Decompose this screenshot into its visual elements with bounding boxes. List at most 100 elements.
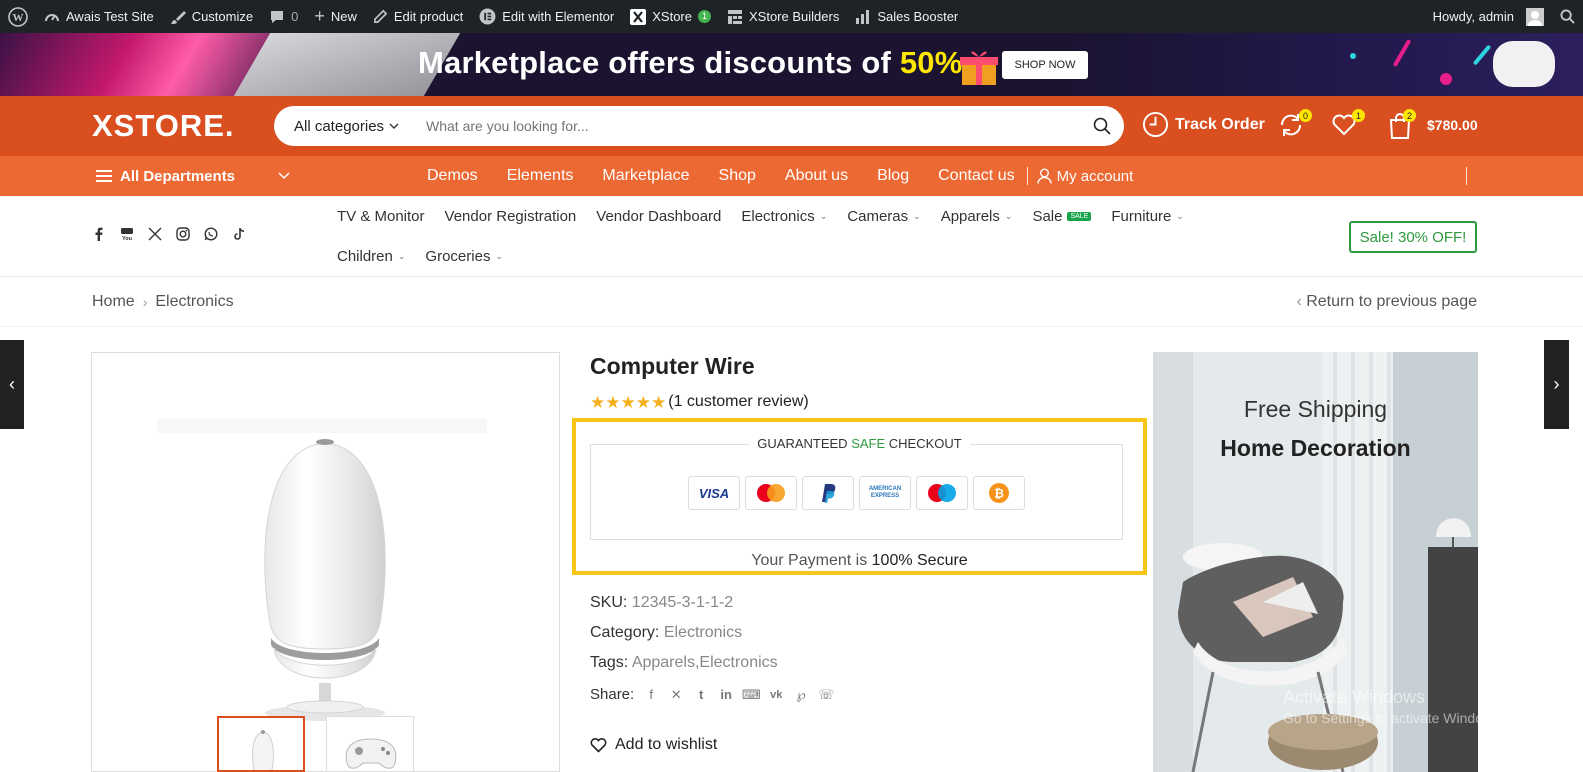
compare-count-badge: 0: [1299, 109, 1312, 122]
admin-search[interactable]: [1552, 0, 1583, 33]
track-order-link[interactable]: Track Order: [1142, 111, 1265, 138]
tags-links[interactable]: Apparels,Electronics: [632, 654, 778, 671]
pencil-icon: [373, 9, 388, 23]
breadcrumb-electronics[interactable]: Electronics: [155, 293, 233, 311]
menu-children[interactable]: Children ⌄: [337, 248, 405, 265]
promo-highlight: 50%: [899, 45, 963, 80]
next-product-arrow[interactable]: ›: [1544, 340, 1569, 429]
menu-vendor-registration[interactable]: Vendor Registration: [445, 208, 577, 225]
previous-product-arrow[interactable]: ‹: [0, 340, 24, 429]
admin-xstore[interactable]: XStore 1: [622, 0, 719, 33]
compare-button[interactable]: 0: [1278, 109, 1312, 143]
sale-30-off-button[interactable]: Sale! 30% OFF!: [1349, 221, 1477, 253]
youtube-icon[interactable]: You: [120, 227, 134, 241]
chevron-down-icon: ⌄: [397, 250, 406, 261]
search-input[interactable]: [426, 118, 1080, 134]
product-thumbnail-speaker[interactable]: [217, 716, 305, 772]
facebook-icon[interactable]: [92, 227, 106, 241]
admin-account[interactable]: Howdy, admin: [1425, 0, 1552, 33]
search-icon: [1093, 117, 1111, 135]
product-thumbnail-gamepad[interactable]: [326, 716, 414, 772]
shop-now-button[interactable]: SHOP NOW: [1002, 51, 1088, 79]
customer-review-link[interactable]: (1 customer review): [668, 393, 808, 411]
chevron-down-icon[interactable]: [277, 169, 291, 183]
svg-text:You: You: [122, 236, 132, 241]
nav-about-us[interactable]: About us: [785, 167, 848, 185]
product-share: Share: f ✕ t in ⌨ vk ℘ ☏: [590, 686, 834, 703]
chevron-down-icon: ⌄: [819, 210, 828, 221]
linkedin-icon[interactable]: in: [718, 687, 734, 703]
product-title: Computer Wire: [590, 353, 755, 379]
safe-checkout-highlight: GUARANTEED SAFE CHECKOUT VISA AMERICAN E…: [572, 418, 1147, 575]
admin-customize[interactable]: Customize: [162, 0, 261, 33]
search-bar: All categories: [274, 106, 1124, 146]
wishlist-button[interactable]: 1: [1331, 109, 1365, 143]
admin-comments[interactable]: 0: [261, 0, 306, 33]
promo-banner[interactable]: Marketplace offers discounts of 50% SHOP…: [0, 33, 1583, 96]
star-icon: ★: [651, 392, 667, 412]
category-link[interactable]: Electronics: [664, 624, 742, 641]
secondary-header: You TV & Monitor Vendor Registration Ven…: [0, 196, 1583, 277]
nav-demos[interactable]: Demos: [427, 167, 478, 185]
cart-total[interactable]: $780.00: [1427, 117, 1478, 133]
chevron-right-icon: ›: [1553, 374, 1560, 394]
admin-edit-elementor[interactable]: Edit with Elementor: [471, 0, 622, 33]
cart-button[interactable]: 2: [1388, 109, 1416, 145]
tiktok-icon[interactable]: [232, 227, 246, 241]
nav-shop[interactable]: Shop: [719, 167, 756, 185]
wp-admin-bar: W Awais Test Site Customize 0 + New Edit…: [0, 0, 1583, 33]
mastercard-icon: [745, 476, 797, 510]
nav-marketplace[interactable]: Marketplace: [602, 167, 689, 185]
whatsapp-icon[interactable]: ☏: [818, 687, 834, 703]
menu-groceries[interactable]: Groceries ⌄: [425, 248, 503, 265]
wordpress-logo-icon[interactable]: W: [0, 0, 36, 33]
tumblr-icon[interactable]: t: [693, 687, 709, 703]
menu-tv-monitor[interactable]: TV & Monitor: [337, 208, 425, 225]
chevron-down-icon: ⌄: [913, 210, 921, 221]
add-to-wishlist-label: Add to wishlist: [615, 736, 718, 753]
admin-edit-product[interactable]: Edit product: [365, 0, 471, 33]
menu-apparels[interactable]: Apparels ⌄: [941, 208, 1013, 225]
all-departments-toggle[interactable]: All Departments: [96, 156, 235, 196]
menu-electronics[interactable]: Electronics ⌄: [741, 208, 827, 225]
avatar: [1526, 7, 1544, 26]
vk-icon[interactable]: vk: [768, 687, 784, 703]
add-to-wishlist-button[interactable]: Add to wishlist: [590, 736, 717, 754]
comment-icon: [271, 10, 284, 23]
nav-elements[interactable]: Elements: [507, 167, 574, 185]
admin-sales-booster[interactable]: Sales Booster: [847, 0, 966, 33]
search-button[interactable]: [1080, 117, 1124, 135]
speaker-image: [157, 419, 487, 721]
breadcrumb-home[interactable]: Home: [92, 293, 135, 311]
menu-sale[interactable]: Sale SALE: [1032, 208, 1092, 225]
nav-contact-us[interactable]: Contact us: [938, 167, 1014, 185]
facebook-icon[interactable]: f: [643, 687, 659, 703]
product-tags: Tags: Apparels,Electronics: [590, 654, 778, 671]
admin-new[interactable]: + New: [306, 0, 365, 33]
nav-blog[interactable]: Blog: [877, 167, 909, 185]
menu-cameras[interactable]: Cameras ⌄: [847, 208, 920, 225]
whatsapp-icon[interactable]: [204, 227, 218, 241]
search-category-label: All categories: [294, 117, 385, 135]
menu-furniture[interactable]: Furniture ⌄: [1111, 208, 1184, 225]
pinterest-icon[interactable]: ℘: [793, 687, 809, 703]
heart-icon: [590, 738, 607, 753]
plus-icon: +: [314, 6, 325, 26]
search-category-select[interactable]: All categories: [274, 118, 426, 135]
windows-activation-watermark: Activate Windows Go to Settings to activ…: [1283, 687, 1504, 726]
x-twitter-icon[interactable]: [148, 227, 162, 241]
track-order-label: Track Order: [1175, 115, 1265, 133]
admin-site-name[interactable]: Awais Test Site: [36, 0, 162, 33]
instagram-icon[interactable]: [176, 227, 190, 241]
site-name-label: Awais Test Site: [66, 9, 154, 24]
maestro-icon: [916, 476, 968, 510]
product-main-image[interactable]: [91, 352, 560, 772]
return-previous-link[interactable]: ‹ Return to previous page: [1296, 293, 1477, 311]
x-twitter-icon[interactable]: ✕: [668, 687, 684, 703]
bitcoin-icon: ₿: [973, 476, 1025, 510]
houzz-icon[interactable]: ⌨: [742, 687, 761, 703]
my-account-link[interactable]: My account: [1036, 168, 1133, 185]
admin-xstore-builders[interactable]: XStore Builders: [719, 0, 847, 33]
site-logo[interactable]: XSTORE.: [92, 108, 235, 144]
menu-vendor-dashboard[interactable]: Vendor Dashboard: [596, 208, 721, 225]
